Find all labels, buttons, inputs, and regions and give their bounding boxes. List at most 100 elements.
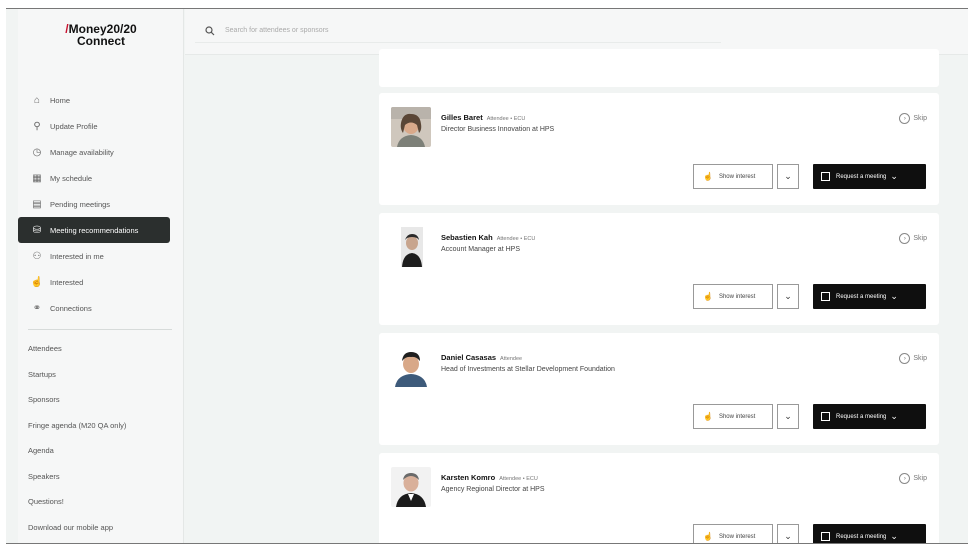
attendee-title: Head of Investments at Stellar Developme… — [441, 366, 615, 373]
request-meeting-button[interactable]: Request a meeting ⌄ — [813, 284, 926, 309]
sidebar-link-download-app[interactable]: Download our mobile app — [18, 515, 184, 541]
show-interest-button[interactable]: ☝ Show interest — [693, 404, 773, 429]
request-meeting-button[interactable]: Request a meeting ⌄ — [813, 404, 926, 429]
recommendation-card: Karsten Komro Attendee • ECU Agency Regio… — [379, 453, 939, 543]
skip-button[interactable]: › Skip — [899, 113, 927, 124]
chevron-down-icon: ⌄ — [890, 171, 898, 181]
show-interest-dropdown[interactable]: ⌄ — [777, 404, 799, 429]
sidebar-item-label: Meeting recommendations — [50, 225, 139, 235]
recommendation-card-partial — [379, 49, 939, 87]
show-interest-label: Show interest — [718, 533, 756, 540]
chevron-down-icon: ⌄ — [890, 531, 898, 541]
sidebar-item-connections[interactable]: ⚭ Connections — [18, 295, 184, 321]
logo-subtitle: Connect — [77, 34, 125, 48]
attendee-title: Director Business Innovation at HPS — [441, 126, 555, 133]
request-meeting-label: Request a meeting — [836, 413, 887, 420]
search-placeholder: Search for attendees or sponsors — [225, 27, 329, 34]
sidebar-link-questions[interactable]: Questions! — [18, 489, 184, 515]
show-interest-dropdown[interactable]: ⌄ — [777, 524, 799, 543]
sidebar-item-interested-in-me[interactable]: ⚇ Interested in me — [18, 243, 184, 269]
recommendations-icon: ⛁ — [32, 224, 42, 236]
connections-icon: ⚭ — [32, 302, 42, 314]
skip-icon: › — [899, 233, 911, 244]
chevron-down-icon: ⌄ — [890, 411, 898, 421]
skip-button[interactable]: › Skip — [899, 473, 927, 484]
attendee-tag: Attendee • ECU — [499, 476, 538, 482]
attendee-name-text: Daniel Casasas — [441, 353, 497, 362]
clock-icon: ◷ — [32, 146, 42, 158]
request-meeting-label: Request a meeting — [836, 293, 887, 300]
attendee-name-text: Sebastien Kah — [441, 233, 493, 242]
sidebar-item-interested[interactable]: ☝ Interested — [18, 269, 184, 295]
show-interest-label: Show interest — [718, 293, 756, 300]
request-meeting-label: Request a meeting — [836, 533, 887, 540]
chevron-down-icon: ⌄ — [784, 411, 792, 421]
sidebar-item-meeting-recommendations[interactable]: ⛁ Meeting recommendations — [18, 217, 170, 243]
attendee-name-text: Gilles Baret — [441, 113, 483, 122]
attendee-tag: Attendee • ECU — [486, 116, 526, 122]
chevron-down-icon: ⌄ — [890, 291, 898, 301]
attendee-name[interactable]: Gilles Baret Attendee • ECU — [441, 113, 525, 122]
avatar — [391, 347, 431, 387]
sidebar-item-update-profile[interactable]: ⚲ Update Profile — [18, 113, 184, 139]
calendar-icon: ▦ — [32, 172, 42, 184]
sidebar-item-home[interactable]: ⌂ Home — [18, 87, 184, 113]
sidebar-item-label: Manage availability — [50, 147, 114, 157]
show-interest-label: Show interest — [718, 173, 756, 180]
logo[interactable]: /Money20/20 Connect — [18, 23, 184, 47]
recommendation-card: Sebastien Kah Attendee • ECU Account Mana… — [379, 213, 939, 325]
request-meeting-button[interactable]: Request a meeting ⌄ — [813, 164, 926, 189]
skip-icon: › — [899, 473, 911, 484]
recommendation-card: Gilles Baret Attendee • ECU Director Busi… — [379, 93, 939, 205]
sidebar-link-agenda[interactable]: Agenda — [18, 438, 184, 464]
attendee-name[interactable]: Sebastien Kah Attendee • ECU — [441, 233, 535, 242]
skip-button[interactable]: › Skip — [899, 353, 927, 364]
sidebar-item-label: Update Profile — [50, 121, 98, 131]
show-interest-button[interactable]: ☝ Show interest — [693, 524, 773, 543]
calendar-icon — [821, 532, 830, 541]
calendar-icon — [821, 412, 830, 421]
sidebar-link-attendees[interactable]: Attendees — [18, 336, 184, 362]
interested-in-me-icon: ⚇ — [32, 250, 42, 262]
search-input[interactable]: Search for attendees or sponsors — [195, 19, 721, 43]
app-window: /Money20/20 Connect ⌂ Home ⚲ Update Prof… — [6, 8, 968, 544]
attendee-tag: Attendee • ECU — [496, 236, 536, 242]
skip-icon: › — [899, 113, 911, 124]
skip-label: Skip — [913, 355, 927, 362]
show-interest-button[interactable]: ☝ Show interest — [693, 164, 773, 189]
skip-icon: › — [899, 353, 911, 364]
sidebar-link-startups[interactable]: Startups — [18, 362, 184, 388]
sidebar-link-sponsors[interactable]: Sponsors — [18, 387, 184, 413]
avatar — [391, 467, 431, 507]
request-meeting-button[interactable]: Request a meeting ⌄ — [813, 524, 926, 543]
sidebar-link-speakers[interactable]: Speakers — [18, 464, 184, 490]
show-interest-dropdown[interactable]: ⌄ — [777, 284, 799, 309]
sidebar-link-fringe-agenda[interactable]: Fringe agenda (M20 QA only) — [18, 413, 184, 439]
show-interest-dropdown[interactable]: ⌄ — [777, 164, 799, 189]
sidebar-nav: ⌂ Home ⚲ Update Profile ◷ Manage availab… — [18, 87, 184, 540]
sidebar-item-manage-availability[interactable]: ◷ Manage availability — [18, 139, 184, 165]
attendee-name-text: Karsten Komro — [441, 473, 496, 482]
skip-button[interactable]: › Skip — [899, 233, 927, 244]
sidebar-item-my-schedule[interactable]: ▦ My schedule — [18, 165, 184, 191]
attendee-name[interactable]: Daniel Casasas Attendee — [441, 353, 522, 362]
thumbs-up-icon: ☝ — [703, 172, 713, 181]
sidebar: /Money20/20 Connect ⌂ Home ⚲ Update Prof… — [18, 9, 184, 543]
attendee-name[interactable]: Karsten Komro Attendee • ECU — [441, 473, 538, 482]
sidebar-item-label: Home — [50, 95, 71, 105]
sidebar-item-label: My schedule — [50, 173, 93, 183]
skip-label: Skip — [913, 115, 927, 122]
home-icon: ⌂ — [33, 94, 41, 106]
sidebar-item-pending-meetings[interactable]: ▤ Pending meetings — [18, 191, 184, 217]
show-interest-button[interactable]: ☝ Show interest — [693, 284, 773, 309]
calendar-icon — [821, 172, 830, 181]
sidebar-item-label: Connections — [50, 303, 92, 313]
chevron-down-icon: ⌄ — [784, 531, 792, 541]
sidebar-item-label: Interested in me — [50, 251, 104, 261]
thumbs-up-icon: ☝ — [703, 532, 713, 541]
skip-label: Skip — [913, 475, 927, 482]
skip-label: Skip — [913, 235, 927, 242]
profile-icon: ⚲ — [33, 120, 41, 132]
calendar-icon — [821, 292, 830, 301]
thumbs-up-icon: ☝ — [703, 292, 713, 301]
